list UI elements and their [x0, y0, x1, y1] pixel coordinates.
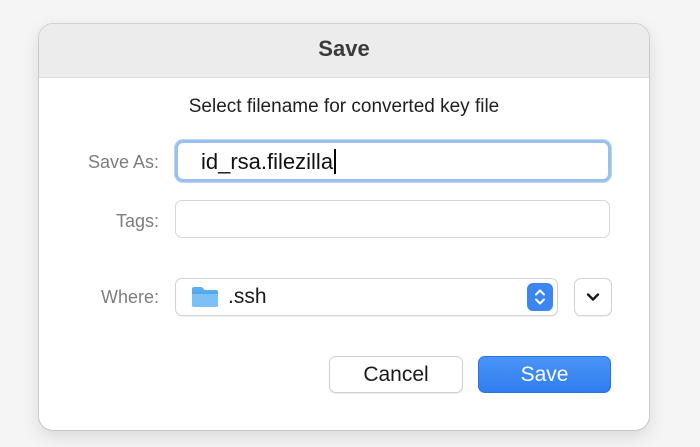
text-caret	[334, 149, 337, 174]
up-down-chevron-icon	[535, 289, 545, 305]
save-as-input-text: id_rsa.filezilla	[201, 149, 337, 175]
popup-stepper	[527, 283, 553, 311]
save-as-value: id_rsa.filezilla	[201, 149, 334, 174]
tags-label: Tags:	[115, 211, 159, 231]
dialog-message: Select filename for converted key file	[188, 96, 500, 117]
tags-input[interactable]	[175, 200, 610, 238]
folder-icon	[192, 287, 218, 307]
save-dialog: Save Select filename for converted key f…	[39, 24, 649, 430]
chevron-down-icon	[586, 293, 600, 301]
save-as-label: Save As:	[87, 152, 159, 172]
where-selected-folder: .ssh	[228, 285, 267, 308]
save-button[interactable]: Save	[478, 356, 611, 393]
cancel-button[interactable]: Cancel	[329, 356, 463, 393]
dialog-title: Save	[318, 36, 370, 61]
where-popup-button[interactable]: .ssh	[175, 278, 558, 316]
dialog-titlebar: Save	[39, 24, 649, 78]
expand-browser-button[interactable]	[574, 278, 612, 316]
save-as-input[interactable]: id_rsa.filezilla	[175, 140, 611, 182]
where-label: Where:	[100, 287, 159, 307]
